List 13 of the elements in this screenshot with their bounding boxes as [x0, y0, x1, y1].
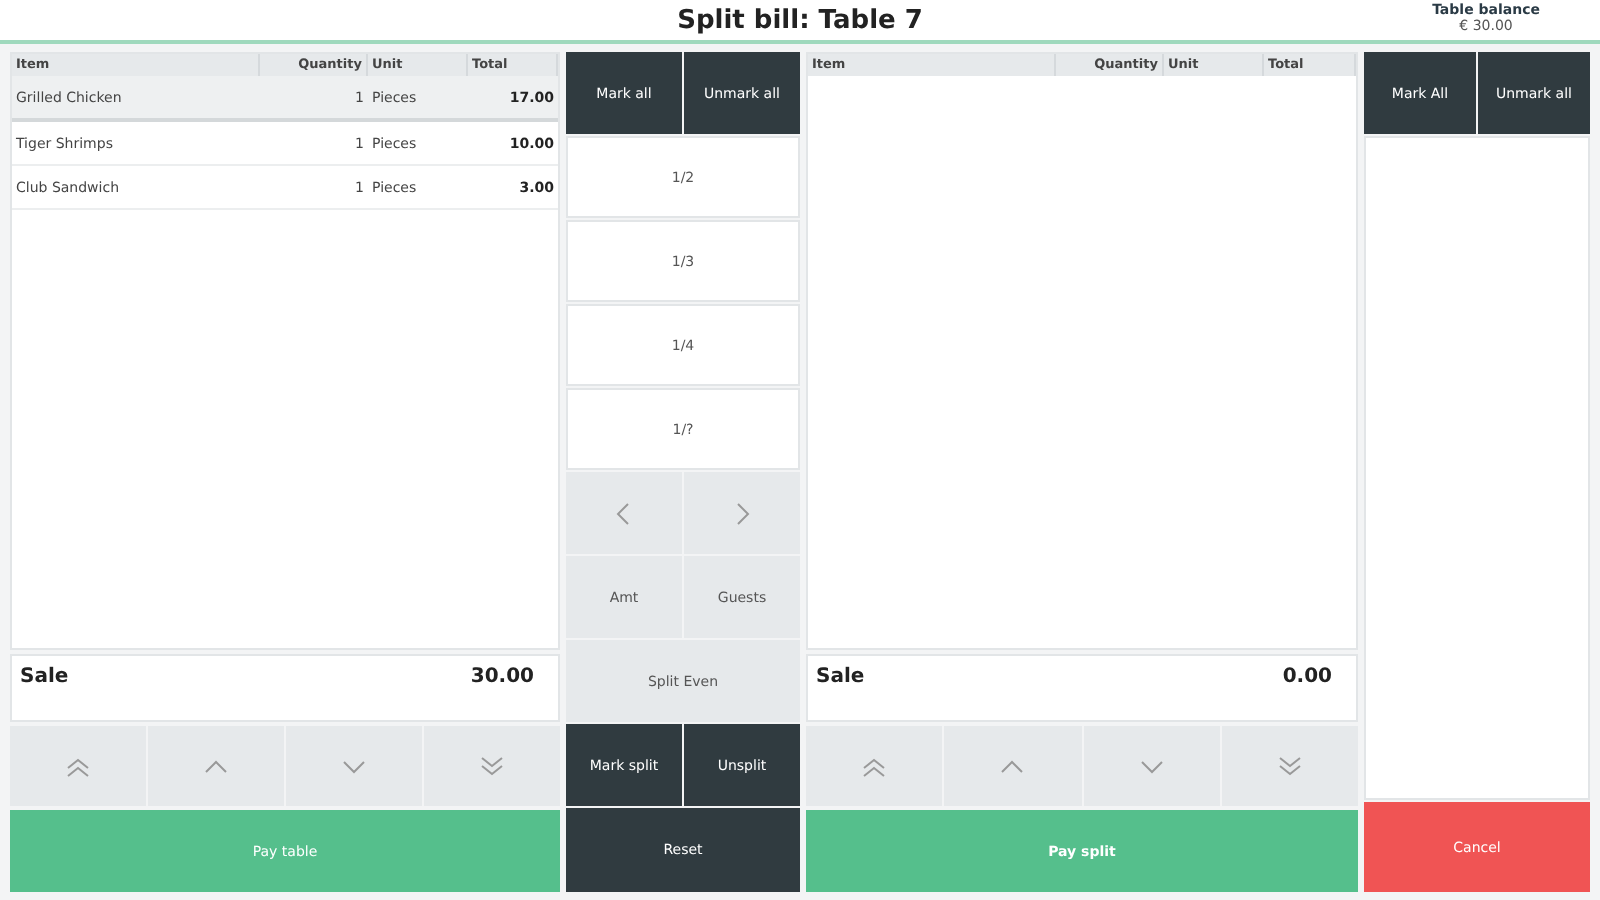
scroll-button[interactable]: [1083, 726, 1220, 806]
scroll-button[interactable]: [286, 726, 422, 806]
scroll-button[interactable]: [944, 726, 1081, 806]
scroll-button[interactable]: [424, 726, 560, 806]
scroll-button[interactable]: [148, 726, 284, 806]
next-button[interactable]: [684, 472, 800, 554]
scroll-button[interactable]: [1221, 726, 1358, 806]
window-title: Split bill: Table 7: [677, 5, 923, 35]
sale-summary: Sale 30.00: [10, 654, 560, 722]
scroll-button[interactable]: [806, 726, 943, 806]
previous-button[interactable]: [566, 472, 682, 554]
sale-summary: Sale 0.00: [806, 654, 1358, 722]
scroll-button[interactable]: [10, 726, 146, 806]
